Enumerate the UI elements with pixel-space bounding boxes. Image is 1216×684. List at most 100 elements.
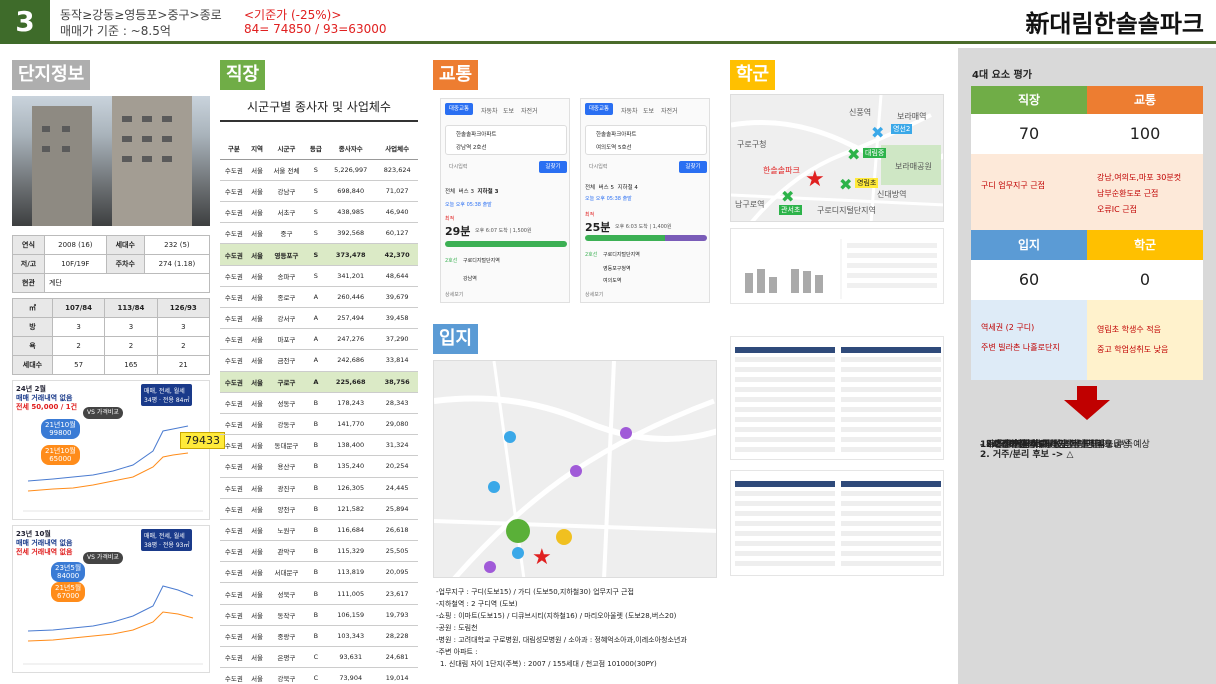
slide-number: 3 xyxy=(0,0,50,44)
route-arrival-fare: 오후 6:07 도착 | 1,500원 xyxy=(475,228,532,234)
jobs-header-cell: 사업체수 xyxy=(376,138,418,160)
jobs-cell: 수도권 xyxy=(220,561,248,584)
tab-public-transit[interactable]: 대중교통 xyxy=(585,103,613,115)
reset-link[interactable]: 다시입력 xyxy=(589,163,607,170)
chart2-lines xyxy=(23,585,203,665)
price-chart-84: 24년 2월 매매 거래내역 없음 전세 50,000 / 1건 매매, 전세,… xyxy=(12,380,210,520)
tab-car[interactable]: 자동차 xyxy=(481,106,498,115)
jobs-cell: B xyxy=(306,498,326,520)
jobs-cell: 수도권 xyxy=(220,667,248,684)
jobs-cell: 수도권 xyxy=(220,349,248,372)
jobs-cell: 106,159 xyxy=(325,604,377,626)
jobs-cell: A xyxy=(306,349,326,372)
route-progress-bar xyxy=(445,241,567,247)
route-to[interactable]: 여의도역 5호선 xyxy=(596,143,632,151)
jobs-cell: 257,494 xyxy=(325,307,377,330)
jobs-cell: 서울 xyxy=(247,455,267,478)
jobs-cell: 용산구 xyxy=(266,455,307,478)
school-marker-elementary: ✖ xyxy=(781,187,795,206)
jobs-cell: 31,324 xyxy=(376,434,418,457)
value-households: 232 (5) xyxy=(143,235,211,255)
unit-cell: 3 xyxy=(156,317,211,337)
route-from[interactable]: 한솔솔파크아파트 xyxy=(596,130,636,138)
jobs-cell: 서울 xyxy=(247,349,267,372)
label-parking: 주차수 xyxy=(105,254,145,274)
tab-public-transit[interactable]: 대중교통 xyxy=(445,103,473,115)
jobs-cell: 강북구 xyxy=(266,667,307,684)
jobs-table: 구분 지역 시군구 등급 종사자수 사업체수 수도권 서울 서울 전체 S 5,226,997 823… xyxy=(220,138,418,684)
route-station-end: 강남역 xyxy=(463,276,477,282)
jobs-cell: 42,370 xyxy=(376,243,418,266)
reset-link[interactable]: 다시입력 xyxy=(449,163,467,170)
eval-score-jikjang: 70 xyxy=(971,114,1087,154)
depart-time[interactable]: 오늘 오후 05:38 출발 xyxy=(445,201,492,208)
route-duration: 29분 xyxy=(445,225,471,238)
depart-time[interactable]: 오늘 오후 05:38 출발 xyxy=(585,195,632,202)
route-inputs[interactable]: 한솔솔파크아파트 강남역 2호선 xyxy=(445,125,567,155)
route-filters[interactable]: 전체 버스 3 지하철 3 xyxy=(445,187,498,195)
jobs-cell: B xyxy=(306,604,326,626)
table-row: 수도권 서울 강북구 C 73,904 19,014 xyxy=(220,667,418,684)
search-route-button[interactable]: 길찾기 xyxy=(539,161,567,173)
school-marker-middle: ✖ xyxy=(847,145,861,164)
route-station-transfer: 영등포구청역 xyxy=(603,266,631,272)
route-detail-link[interactable]: 상세보기 xyxy=(445,291,463,298)
school-map: 신풍역 보라매역 구로구청 ✖ 영선2 ✖ 대림중 보라매공원 한솔솔파크 ★ … xyxy=(730,94,944,222)
jobs-cell: 서울 xyxy=(247,413,267,436)
jobs-cell: 수도권 xyxy=(220,540,248,563)
jobs-cell: B xyxy=(306,434,326,457)
jobs-cell: 5,226,997 xyxy=(325,159,377,181)
route-station-start: 구로디지털단지역 xyxy=(603,252,640,258)
jobs-cell: 송파구 xyxy=(266,265,307,287)
unit-cell: 57 xyxy=(51,355,106,375)
route-to[interactable]: 강남역 2호선 xyxy=(456,143,487,151)
jobs-cell: 서울 xyxy=(247,243,267,266)
jobs-cell: 수도권 xyxy=(220,243,248,266)
note-nearby-apt: -주변 아파트 : xyxy=(436,648,478,656)
route-from[interactable]: 한솔솔파크아파트 xyxy=(456,130,496,138)
location-map: ★ xyxy=(433,360,717,578)
table-row: 수도권 서울 성북구 B 111,005 23,617 xyxy=(220,582,418,605)
jobs-table-title: 시군구별 종사자 및 사업체수 xyxy=(247,100,391,114)
jobs-cell: 성동구 xyxy=(266,392,307,414)
jobs-cell: 마포구 xyxy=(266,328,307,351)
tab-walk[interactable]: 도보 xyxy=(643,106,654,115)
jobs-cell: S xyxy=(306,243,326,266)
jobs-cell: 28,343 xyxy=(376,392,418,414)
apartment-star-marker: ★ xyxy=(805,167,825,192)
unit-cell: 165 xyxy=(104,355,158,375)
apartment-label: 한솔솔파크 xyxy=(763,166,800,175)
school-marker-elementary: ✖ xyxy=(839,175,853,194)
map-label: 보라매공원 xyxy=(895,162,932,171)
jobs-cell: 116,684 xyxy=(325,519,377,542)
school-tag: 영선2 xyxy=(891,124,913,134)
price-chart-93: 23년 10월 매매 거래내역 없음 전세 거래내역 없음 매매, 전세, 월세… xyxy=(12,525,210,673)
school-rank-table-1 xyxy=(730,336,944,460)
jobs-header-cell: 구분 xyxy=(220,138,248,160)
jobs-cell: 26,618 xyxy=(376,519,418,542)
jobs-cell: A xyxy=(306,307,326,330)
tab-bike[interactable]: 자전거 xyxy=(521,106,538,115)
route-detail-link[interactable]: 상세보기 xyxy=(585,291,603,298)
jobs-cell: 수도권 xyxy=(220,265,248,287)
route-line: 2호선 xyxy=(445,258,458,264)
tab-walk[interactable]: 도보 xyxy=(503,106,514,115)
unit-cell: 2 xyxy=(104,336,158,356)
route-inputs[interactable]: 한솔솔파크아파트 여의도역 5호선 xyxy=(585,125,707,155)
jobs-table-header: 구분 지역 시군구 등급 종사자수 사업체수 xyxy=(220,138,418,160)
poi-marker xyxy=(484,561,496,573)
jobs-cell: B xyxy=(306,561,326,584)
tab-bike[interactable]: 자전거 xyxy=(661,106,678,115)
search-route-button[interactable]: 길찾기 xyxy=(679,161,707,173)
jobs-cell: 서울 xyxy=(247,392,267,414)
danji-info-table: 연식 2008 (16) 세대수 232 (5) 저/고 10F/19F 주차수… xyxy=(12,235,211,293)
eval-header-ipji: 입지 xyxy=(971,230,1087,260)
table-row: 수도권 서울 강남구 S 698,840 71,027 xyxy=(220,180,418,203)
tab-car[interactable]: 자동차 xyxy=(621,106,638,115)
jobs-cell: 25,505 xyxy=(376,540,418,563)
jobs-cell: 서울 xyxy=(247,498,267,520)
route-filters[interactable]: 전체 버스 5 지하철 4 xyxy=(585,183,638,191)
jobs-cell: 24,681 xyxy=(376,646,418,669)
base-price-values: 84= 74850 / 93=63000 xyxy=(244,22,387,36)
jobs-cell: 서울 xyxy=(247,434,267,457)
